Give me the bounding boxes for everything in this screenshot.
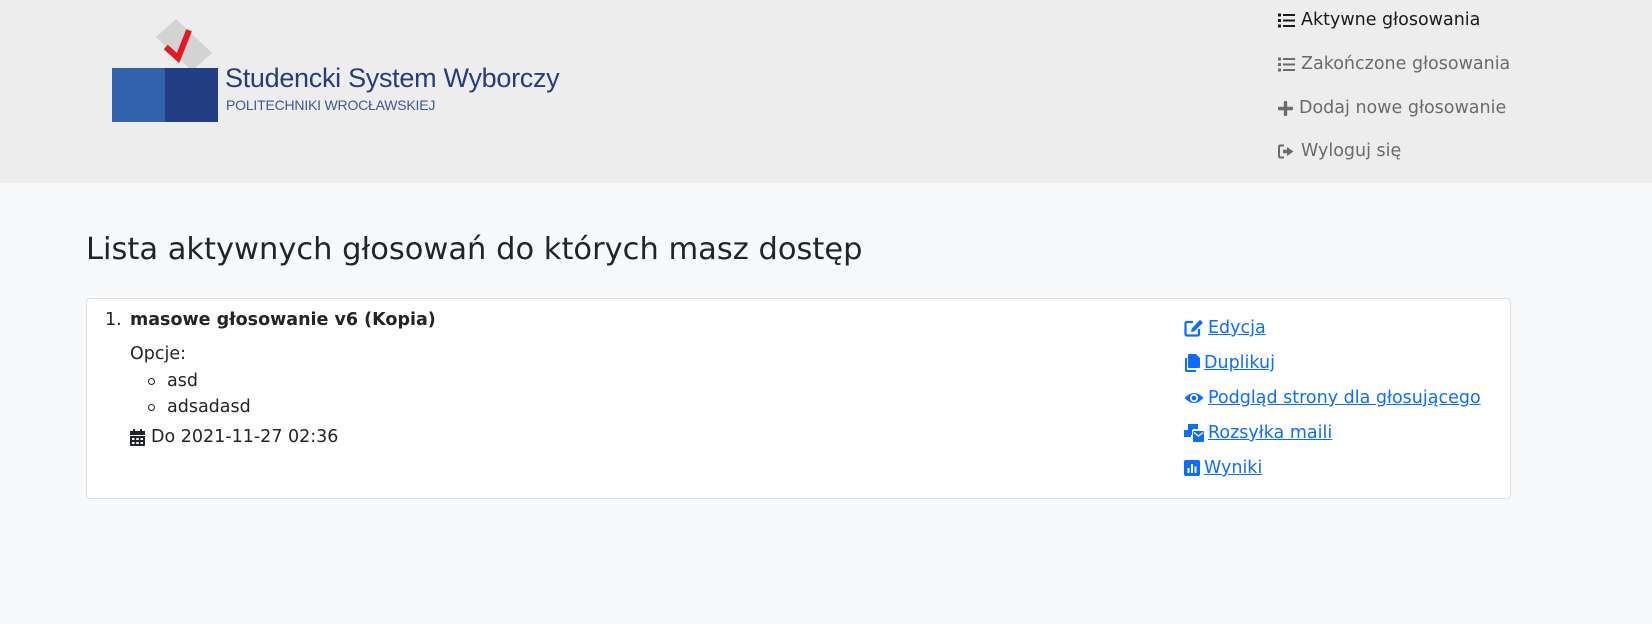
calendar-icon — [130, 428, 145, 446]
option-label: asd — [167, 371, 198, 391]
list-item-number: 1. — [105, 310, 122, 330]
brand-title: Studencki System Wyborczy — [225, 63, 560, 93]
brand-subtitle: POLITECHNIKI WROCŁAWSKIEJ — [226, 97, 436, 113]
voting-list-item: 1. masowe głosowanie v6 (Kopia) Opcje: a… — [86, 298, 1511, 499]
nav-label: Wyloguj się — [1301, 141, 1402, 161]
voter-preview-label: Podgląd strony dla głosującego — [1208, 388, 1481, 408]
page-title: Lista aktywnych głosowań do których masz… — [86, 232, 863, 267]
edit-link[interactable]: Edycja — [1184, 318, 1266, 338]
header: Studencki System Wyborczy POLITECHNIKI W… — [0, 0, 1652, 183]
voting-title: masowe głosowanie v6 (Kopia) — [130, 310, 436, 330]
duplicate-link[interactable]: Duplikuj — [1184, 353, 1275, 373]
list-icon — [1277, 55, 1295, 73]
plus-icon — [1277, 99, 1293, 117]
edit-icon — [1184, 318, 1204, 338]
mail-broadcast-link[interactable]: Rozsyłka maili — [1184, 423, 1332, 443]
edit-label: Edycja — [1208, 318, 1266, 338]
nav-item-active-votings[interactable]: Aktywne głosowania — [1277, 8, 1480, 32]
eye-icon — [1184, 388, 1204, 408]
options-label: Opcje: — [130, 344, 187, 364]
chart-icon — [1184, 458, 1200, 478]
deadline-text: Do 2021-11-27 02:36 — [151, 427, 339, 447]
mail-broadcast-label: Rozsyłka maili — [1208, 423, 1333, 443]
nav-label: Aktywne głosowania — [1301, 10, 1481, 30]
nav-label: Zakończone głosowania — [1301, 54, 1511, 74]
results-link[interactable]: Wyniki — [1184, 458, 1262, 478]
voter-preview-link[interactable]: Podgląd strony dla głosującego — [1184, 388, 1481, 408]
option-item: adsadasd — [148, 397, 251, 417]
option-label: adsadasd — [167, 397, 251, 417]
bullet-icon — [148, 403, 155, 411]
logout-icon — [1277, 142, 1295, 160]
option-item: asd — [148, 371, 198, 391]
deadline: Do 2021-11-27 02:36 — [130, 427, 338, 447]
ballot-box-icon — [112, 19, 218, 122]
nav-item-logout[interactable]: Wyloguj się — [1277, 139, 1401, 163]
list-icon — [1277, 11, 1295, 29]
copy-icon — [1184, 353, 1200, 373]
mail-bulk-icon — [1184, 423, 1204, 443]
results-label: Wyniki — [1204, 458, 1263, 478]
logo[interactable]: Studencki System Wyborczy POLITECHNIKI W… — [112, 19, 562, 123]
nav-label: Dodaj nowe głosowanie — [1299, 98, 1507, 118]
duplicate-label: Duplikuj — [1204, 353, 1275, 373]
bullet-icon — [148, 377, 155, 385]
nav-item-finished-votings[interactable]: Zakończone głosowania — [1277, 52, 1510, 76]
nav-item-add-voting[interactable]: Dodaj nowe głosowanie — [1277, 96, 1506, 120]
